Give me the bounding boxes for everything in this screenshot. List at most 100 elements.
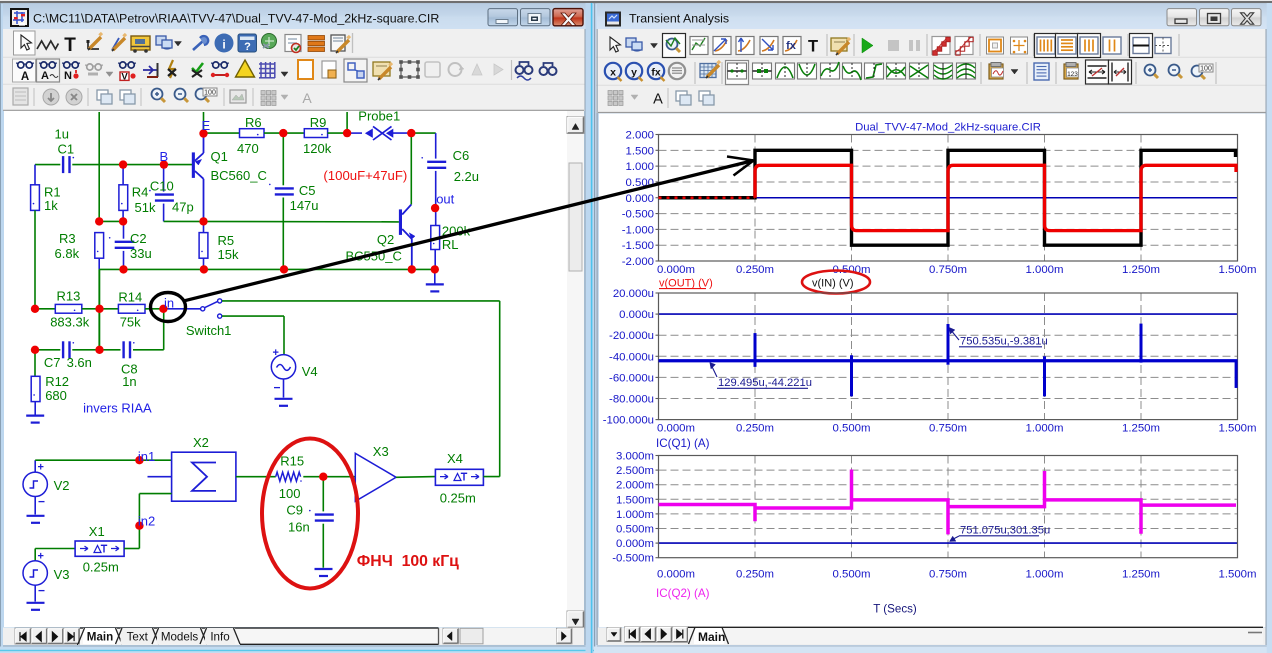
svg-text:IC(Q1) (A): IC(Q1) (A) (656, 437, 710, 450)
svg-text:C10: C10 (150, 179, 174, 194)
svg-text:Probe1: Probe1 (358, 109, 400, 124)
svg-text:1.000m: 1.000m (616, 509, 654, 521)
svg-text:v(OUT) (V): v(OUT) (V) (659, 278, 713, 290)
svg-text:R4: R4 (132, 185, 149, 200)
svg-text:0.25m: 0.25m (83, 559, 119, 574)
svg-text:-2.000: -2.000 (622, 256, 654, 268)
svg-text:BC560_C: BC560_C (211, 168, 267, 183)
svg-text:3.6n: 3.6n (67, 355, 92, 370)
svg-text:0.000m: 0.000m (657, 569, 695, 581)
svg-text:R13: R13 (57, 288, 81, 303)
svg-text:0.250m: 0.250m (736, 569, 774, 581)
svg-text:129.495u,-44.221u: 129.495u,-44.221u (718, 377, 812, 389)
svg-text:15k: 15k (218, 247, 239, 262)
svg-text:100: 100 (279, 486, 301, 501)
svg-text:A: A (302, 90, 312, 106)
svg-text:-1.000: -1.000 (622, 224, 654, 236)
svg-text:RL: RL (442, 237, 459, 252)
svg-text:R12: R12 (45, 374, 69, 389)
svg-text:C7: C7 (44, 355, 61, 370)
svg-text:100: 100 (1200, 66, 1212, 73)
svg-text:0.000: 0.000 (625, 193, 654, 205)
svg-text:1.500m: 1.500m (1219, 569, 1257, 581)
svg-text:V2: V2 (54, 478, 70, 493)
svg-text:Main: Main (698, 630, 725, 644)
svg-text:2.000: 2.000 (625, 130, 654, 142)
svg-text:v(IN) (V): v(IN) (V) (812, 278, 854, 290)
svg-text:R9: R9 (310, 115, 327, 130)
svg-text:1.500m: 1.500m (1219, 264, 1257, 276)
svg-text:0.000m: 0.000m (657, 264, 695, 276)
svg-text:C:\MC11\DATA\Petrov\RIAA\TVV-4: C:\MC11\DATA\Petrov\RIAA\TVV-47\Dual_TVV… (33, 12, 439, 26)
svg-text:1.500m: 1.500m (1219, 423, 1257, 435)
svg-text:75k: 75k (120, 315, 141, 330)
svg-text:33u: 33u (130, 246, 152, 261)
svg-text:1.000m: 1.000m (1026, 264, 1064, 276)
svg-text:0.500m: 0.500m (833, 569, 871, 581)
svg-text:−: − (38, 495, 45, 509)
svg-text:1k: 1k (44, 198, 58, 213)
svg-text:1.000: 1.000 (625, 161, 654, 173)
svg-text:+: + (273, 347, 279, 359)
svg-text:20.000u: 20.000u (613, 288, 654, 300)
svg-text:Dual_TVV-47-Mod_2kHz-square.CI: Dual_TVV-47-Mod_2kHz-square.CIR (855, 122, 1041, 134)
svg-text:+: + (38, 462, 44, 474)
svg-text:fx: fx (651, 67, 660, 79)
svg-text:0.250m: 0.250m (736, 264, 774, 276)
svg-text:i: i (222, 38, 225, 52)
svg-text:in: in (164, 296, 174, 311)
svg-text:x: x (610, 67, 616, 79)
svg-text:Models: Models (161, 631, 199, 644)
svg-text:0.250m: 0.250m (736, 423, 774, 435)
svg-text:47p: 47p (172, 199, 194, 214)
svg-text:X4: X4 (447, 451, 463, 466)
svg-text:750.535u,-9.381u: 750.535u,-9.381u (960, 336, 1048, 348)
svg-text:T: T (64, 35, 76, 56)
svg-text:2.2u: 2.2u (454, 169, 479, 184)
svg-text:Switch1: Switch1 (186, 323, 232, 338)
svg-text:T (Secs): T (Secs) (873, 603, 917, 616)
svg-text:Text: Text (127, 631, 149, 644)
svg-text:1.250m: 1.250m (1122, 569, 1160, 581)
svg-text:883.3k: 883.3k (50, 315, 90, 330)
svg-text:1u: 1u (55, 126, 69, 141)
svg-text:1.500m: 1.500m (616, 494, 654, 506)
svg-text:16n: 16n (288, 520, 310, 535)
svg-text:V3: V3 (54, 567, 70, 582)
svg-text:A: A (41, 70, 49, 82)
svg-text:y: y (631, 67, 637, 79)
svg-text:1.500: 1.500 (625, 145, 654, 157)
svg-text:in2: in2 (138, 513, 155, 528)
svg-text:-40.000u: -40.000u (609, 351, 654, 363)
svg-text:A: A (21, 71, 29, 83)
svg-text:IC(Q2) (A): IC(Q2) (A) (656, 587, 710, 600)
svg-text:3.000m: 3.000m (616, 451, 654, 463)
svg-text:R6: R6 (245, 115, 262, 130)
svg-text:in1: in1 (138, 449, 155, 464)
svg-text:147u: 147u (290, 198, 319, 213)
svg-text:ФНЧ 100 кГц: ФНЧ 100 кГц (357, 553, 459, 570)
svg-text:1.250m: 1.250m (1122, 423, 1160, 435)
svg-text:X1: X1 (89, 524, 105, 539)
svg-text:-80.000u: -80.000u (609, 394, 654, 406)
svg-text:−: − (274, 381, 281, 395)
svg-text:1.000m: 1.000m (1026, 423, 1064, 435)
svg-text:(100uF+47uF): (100uF+47uF) (323, 168, 407, 183)
svg-text:out: out (436, 192, 454, 207)
svg-text:BC550_C: BC550_C (346, 248, 402, 263)
svg-text:N: N (64, 70, 72, 82)
svg-text:C1: C1 (58, 141, 75, 156)
svg-text:0.000m: 0.000m (657, 423, 695, 435)
svg-text:0.750m: 0.750m (929, 423, 967, 435)
svg-text:Q2: Q2 (377, 232, 394, 247)
svg-text:0.000u: 0.000u (619, 309, 654, 321)
svg-text:C6: C6 (453, 148, 470, 163)
svg-text:Main: Main (87, 631, 113, 644)
svg-text:C5: C5 (299, 183, 316, 198)
svg-text:-20.000u: -20.000u (609, 330, 654, 342)
svg-text:C9: C9 (286, 503, 303, 518)
svg-text:1.000m: 1.000m (1026, 569, 1064, 581)
svg-text:fx: fx (786, 40, 797, 52)
svg-text:120k: 120k (303, 141, 332, 156)
svg-text:Info: Info (210, 631, 229, 644)
